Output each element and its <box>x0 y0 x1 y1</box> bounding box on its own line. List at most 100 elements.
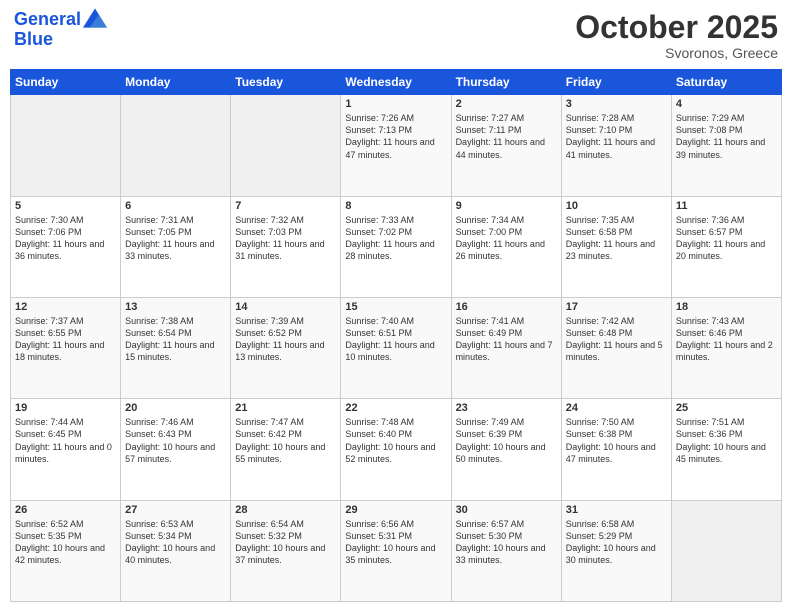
day-num-3: 3 <box>566 98 667 110</box>
cell-content-2-3: Sunrise: 7:40 AM Sunset: 6:51 PM Dayligh… <box>345 315 446 364</box>
cell-content-3-3: Sunrise: 7:48 AM Sunset: 6:40 PM Dayligh… <box>345 416 446 465</box>
cell-4-2: 28 Sunrise: 6:54 AM Sunset: 5:32 PM Dayli… <box>231 500 341 601</box>
cell-content-0-6: Sunrise: 7:29 AM Sunset: 7:08 PM Dayligh… <box>676 112 777 161</box>
day-num-6: 6 <box>125 200 226 212</box>
cell-content-2-4: Sunrise: 7:41 AM Sunset: 6:49 PM Dayligh… <box>456 315 557 364</box>
cell-content-4-3: Sunrise: 6:56 AM Sunset: 5:31 PM Dayligh… <box>345 518 446 567</box>
cell-2-2: 14 Sunrise: 7:39 AM Sunset: 6:52 PM Dayli… <box>231 297 341 398</box>
page: General Blue October 2025 Svoronos, Gree… <box>0 0 792 612</box>
week-row-0: 1 Sunrise: 7:26 AM Sunset: 7:13 PM Daylig… <box>11 95 782 196</box>
cell-0-1 <box>121 95 231 196</box>
cell-1-4: 9 Sunrise: 7:34 AM Sunset: 7:00 PM Daylig… <box>451 196 561 297</box>
cell-3-4: 23Sunrise: 7:49 AM Sunset: 6:39 PM Dayli… <box>451 399 561 500</box>
cell-1-3: 8Sunrise: 7:33 AM Sunset: 7:02 PM Daylig… <box>341 196 451 297</box>
title-block: October 2025 Svoronos, Greece <box>575 10 778 61</box>
col-monday: Monday <box>121 70 231 95</box>
day-num-26: 26 <box>15 504 116 516</box>
cell-content-2-6: Sunrise: 7:43 AM Sunset: 6:46 PM Dayligh… <box>676 315 777 364</box>
col-saturday: Saturday <box>671 70 781 95</box>
cell-1-5: 10Sunrise: 7:35 AM Sunset: 6:58 PM Dayli… <box>561 196 671 297</box>
cell-1-6: 11 Sunrise: 7:36 AM Sunset: 6:57 PM Dayli… <box>671 196 781 297</box>
cell-content-4-1: Sunrise: 6:53 AM Sunset: 5:34 PM Dayligh… <box>125 518 226 567</box>
cell-3-2: 21 Sunrise: 7:47 AM Sunset: 6:42 PM Dayli… <box>231 399 341 500</box>
cell-content-1-4: Sunrise: 7:34 AM Sunset: 7:00 PM Dayligh… <box>456 214 557 263</box>
day-num-8: 8 <box>345 200 446 212</box>
logo: General Blue <box>14 10 107 50</box>
day-num-12: 12 <box>15 301 116 313</box>
day-num-16: 16 <box>456 301 557 313</box>
cell-content-1-6: Sunrise: 7:36 AM Sunset: 6:57 PM Dayligh… <box>676 214 777 263</box>
calendar-header-row: Sunday Monday Tuesday Wednesday Thursday… <box>11 70 782 95</box>
day-num-7: 7 <box>235 200 336 212</box>
day-num-31: 31 <box>566 504 667 516</box>
cell-content-4-0: Sunrise: 6:52 AM Sunset: 5:35 PM Dayligh… <box>15 518 116 567</box>
week-row-1: 5 Sunrise: 7:30 AM Sunset: 7:06 PM Daylig… <box>11 196 782 297</box>
cell-2-6: 18Sunrise: 7:43 AM Sunset: 6:46 PM Dayli… <box>671 297 781 398</box>
day-num-1: 1 <box>345 98 446 110</box>
header: General Blue October 2025 Svoronos, Gree… <box>10 10 782 61</box>
cell-4-0: 26 Sunrise: 6:52 AM Sunset: 5:35 PM Dayli… <box>11 500 121 601</box>
week-row-3: 19 Sunrise: 7:44 AM Sunset: 6:45 PM Dayli… <box>11 399 782 500</box>
logo-subtext: Blue <box>14 30 107 50</box>
cell-content-1-2: Sunrise: 7:32 AM Sunset: 7:03 PM Dayligh… <box>235 214 336 263</box>
cell-3-0: 19 Sunrise: 7:44 AM Sunset: 6:45 PM Dayli… <box>11 399 121 500</box>
cell-4-5: 31 Sunrise: 6:58 AM Sunset: 5:29 PM Dayli… <box>561 500 671 601</box>
day-num-11: 11 <box>676 200 777 212</box>
cell-4-6 <box>671 500 781 601</box>
cell-content-4-4: Sunrise: 6:57 AM Sunset: 5:30 PM Dayligh… <box>456 518 557 567</box>
cell-4-4: 30 Sunrise: 6:57 AM Sunset: 5:30 PM Dayli… <box>451 500 561 601</box>
day-num-25: 25 <box>676 402 777 414</box>
cell-0-0 <box>11 95 121 196</box>
cell-3-6: 25 Sunrise: 7:51 AM Sunset: 6:36 PM Dayli… <box>671 399 781 500</box>
cell-content-2-0: Sunrise: 7:37 AM Sunset: 6:55 PM Dayligh… <box>15 315 116 364</box>
logo-icon <box>83 8 107 28</box>
cell-content-3-0: Sunrise: 7:44 AM Sunset: 6:45 PM Dayligh… <box>15 416 116 465</box>
month-title: October 2025 <box>575 10 778 45</box>
location: Svoronos, Greece <box>575 45 778 61</box>
cell-2-1: 13 Sunrise: 7:38 AM Sunset: 6:54 PM Dayli… <box>121 297 231 398</box>
day-num-27: 27 <box>125 504 226 516</box>
cell-2-4: 16 Sunrise: 7:41 AM Sunset: 6:49 PM Dayli… <box>451 297 561 398</box>
cell-0-5: 3 Sunrise: 7:28 AM Sunset: 7:10 PM Daylig… <box>561 95 671 196</box>
day-num-28: 28 <box>235 504 336 516</box>
col-thursday: Thursday <box>451 70 561 95</box>
cell-content-3-6: Sunrise: 7:51 AM Sunset: 6:36 PM Dayligh… <box>676 416 777 465</box>
cell-0-3: 1 Sunrise: 7:26 AM Sunset: 7:13 PM Daylig… <box>341 95 451 196</box>
cell-content-1-0: Sunrise: 7:30 AM Sunset: 7:06 PM Dayligh… <box>15 214 116 263</box>
cell-3-3: 22Sunrise: 7:48 AM Sunset: 6:40 PM Dayli… <box>341 399 451 500</box>
cell-content-0-4: Sunrise: 7:27 AM Sunset: 7:11 PM Dayligh… <box>456 112 557 161</box>
day-num-20: 20 <box>125 402 226 414</box>
day-num-21: 21 <box>235 402 336 414</box>
day-num-24: 24 <box>566 402 667 414</box>
day-num-4: 4 <box>676 98 777 110</box>
cell-1-1: 6Sunrise: 7:31 AM Sunset: 7:05 PM Daylig… <box>121 196 231 297</box>
cell-content-0-3: Sunrise: 7:26 AM Sunset: 7:13 PM Dayligh… <box>345 112 446 161</box>
cell-content-2-2: Sunrise: 7:39 AM Sunset: 6:52 PM Dayligh… <box>235 315 336 364</box>
cell-content-4-5: Sunrise: 6:58 AM Sunset: 5:29 PM Dayligh… <box>566 518 667 567</box>
col-wednesday: Wednesday <box>341 70 451 95</box>
day-num-9: 9 <box>456 200 557 212</box>
day-num-10: 10 <box>566 200 667 212</box>
cell-0-2 <box>231 95 341 196</box>
cell-3-5: 24 Sunrise: 7:50 AM Sunset: 6:38 PM Dayli… <box>561 399 671 500</box>
cell-1-2: 7 Sunrise: 7:32 AM Sunset: 7:03 PM Daylig… <box>231 196 341 297</box>
day-num-17: 17 <box>566 301 667 313</box>
day-num-5: 5 <box>15 200 116 212</box>
day-num-13: 13 <box>125 301 226 313</box>
day-num-30: 30 <box>456 504 557 516</box>
day-num-14: 14 <box>235 301 336 313</box>
cell-content-4-2: Sunrise: 6:54 AM Sunset: 5:32 PM Dayligh… <box>235 518 336 567</box>
calendar-table: Sunday Monday Tuesday Wednesday Thursday… <box>10 69 782 602</box>
cell-content-3-2: Sunrise: 7:47 AM Sunset: 6:42 PM Dayligh… <box>235 416 336 465</box>
day-num-19: 19 <box>15 402 116 414</box>
cell-content-0-5: Sunrise: 7:28 AM Sunset: 7:10 PM Dayligh… <box>566 112 667 161</box>
cell-content-3-5: Sunrise: 7:50 AM Sunset: 6:38 PM Dayligh… <box>566 416 667 465</box>
cell-0-6: 4 Sunrise: 7:29 AM Sunset: 7:08 PM Daylig… <box>671 95 781 196</box>
cell-content-2-1: Sunrise: 7:38 AM Sunset: 6:54 PM Dayligh… <box>125 315 226 364</box>
cell-3-1: 20 Sunrise: 7:46 AM Sunset: 6:43 PM Dayli… <box>121 399 231 500</box>
cell-4-1: 27 Sunrise: 6:53 AM Sunset: 5:34 PM Dayli… <box>121 500 231 601</box>
week-row-2: 12 Sunrise: 7:37 AM Sunset: 6:55 PM Dayli… <box>11 297 782 398</box>
cell-content-3-1: Sunrise: 7:46 AM Sunset: 6:43 PM Dayligh… <box>125 416 226 465</box>
cell-2-5: 17Sunrise: 7:42 AM Sunset: 6:48 PM Dayli… <box>561 297 671 398</box>
cell-1-0: 5 Sunrise: 7:30 AM Sunset: 7:06 PM Daylig… <box>11 196 121 297</box>
